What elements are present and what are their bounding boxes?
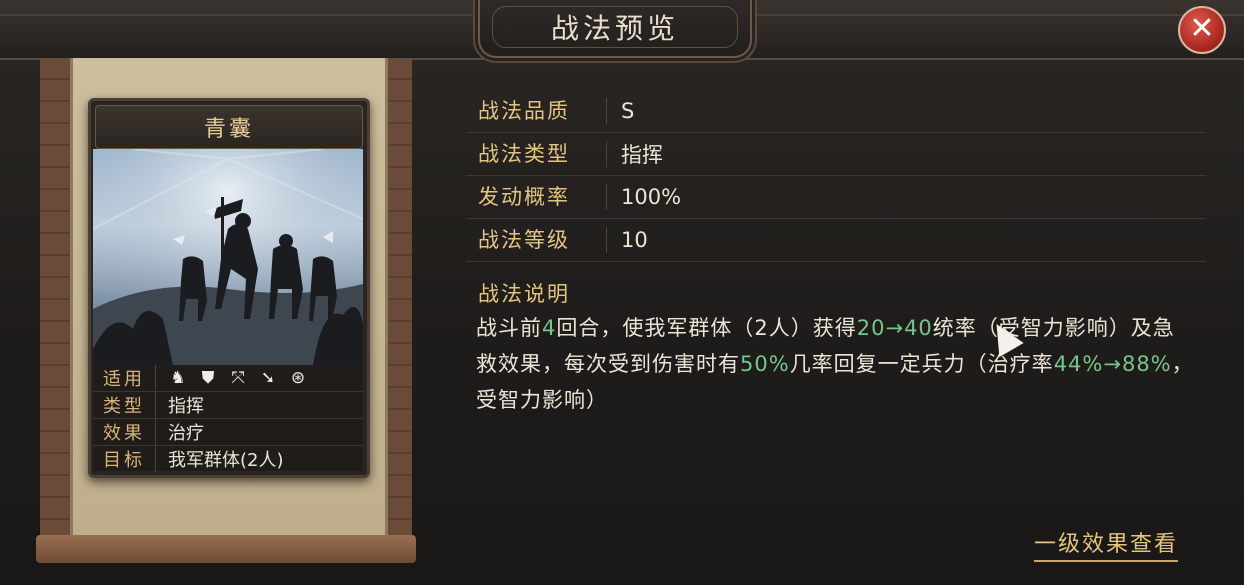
bow-icon: ⤧	[231, 368, 245, 388]
info-label: 发动概率	[466, 184, 607, 210]
window-title: 战法预览	[550, 12, 679, 45]
card-row-label: 目标	[103, 450, 145, 471]
cavalry-silhouette-art	[93, 149, 363, 365]
description-text: 战斗前4回合，使我军群体（2人）获得20→40统率（受智力影响）及急救效果，每次…	[476, 310, 1196, 418]
card-row-effect: 效果 治疗	[93, 419, 363, 446]
desc-segment: 几率回复一定兵力（治疗率	[789, 352, 1054, 376]
info-label: 战法类型	[466, 141, 607, 167]
info-label: 战法等级	[466, 227, 607, 253]
desc-highlight: 44%→88%	[1053, 352, 1172, 376]
card-row-applicable: 适用 ♞ ⛊ ⤧ ➘ ⊛	[93, 365, 363, 392]
skill-preview-window: 战法预览 ✕ 青囊 适用 ♞ ⛊ ⤧ ➘ ⊛ 类型 指挥 效果 治疗 目标 我军…	[0, 0, 1244, 585]
info-value: 指挥	[621, 143, 663, 167]
shield-icon: ⛊	[201, 368, 215, 388]
cavalry-icon: ♞	[170, 368, 186, 388]
info-row-trigger-rate: 发动概率 100%	[466, 176, 1206, 219]
desc-segment: 战斗前	[476, 316, 542, 340]
wheel-icon: ⊛	[290, 368, 306, 388]
info-value: 10	[621, 228, 648, 252]
card-row-value: 我军群体(2人)	[155, 446, 363, 472]
spear-icon: ➘	[260, 368, 276, 388]
close-icon: ✕	[1189, 11, 1215, 46]
card-header: 青囊	[95, 105, 363, 149]
close-button[interactable]: ✕	[1178, 6, 1226, 54]
description-title: 战法说明	[478, 282, 570, 306]
desc-highlight: 50%	[740, 352, 790, 376]
desc-highlight: 20→40	[856, 316, 933, 340]
troop-type-icons: ♞ ⛊ ⤧ ➘ ⊛	[168, 368, 308, 388]
card-row-type: 类型 指挥	[93, 392, 363, 419]
card-row-target: 目标 我军群体(2人)	[93, 446, 363, 472]
title-plate: 战法预览	[478, 0, 752, 58]
level-one-effect-link[interactable]: 一级效果查看	[1034, 526, 1179, 562]
card-row-label: 效果	[103, 423, 145, 444]
card-row-label: 类型	[103, 396, 145, 417]
info-row-quality: 战法品质 S	[466, 90, 1206, 133]
card-attributes: 适用 ♞ ⛊ ⤧ ➘ ⊛ 类型 指挥 效果 治疗 目标 我军群体(2人)	[93, 365, 363, 472]
card-row-value: 治疗	[155, 419, 363, 445]
info-value: S	[621, 99, 635, 123]
card-row-label: 适用	[103, 369, 145, 390]
card-row-value: ♞ ⛊ ⤧ ➘ ⊛	[155, 365, 363, 391]
skill-card: 青囊 适用 ♞ ⛊ ⤧ ➘ ⊛ 类型 指挥 效果 治疗 目标 我军群体(2人)	[88, 98, 370, 478]
skill-info-table: 战法品质 S 战法类型 指挥 发动概率 100% 战法等级 10	[466, 90, 1206, 262]
info-label: 战法品质	[466, 98, 607, 124]
info-row-level: 战法等级 10	[466, 219, 1206, 262]
card-row-value: 指挥	[155, 392, 363, 418]
info-value: 100%	[621, 185, 682, 209]
desc-highlight: 4	[542, 316, 557, 340]
card-artwork	[93, 149, 363, 365]
info-row-type: 战法类型 指挥	[466, 133, 1206, 176]
title-inner: 战法预览	[492, 6, 738, 48]
desc-segment: 回合，使我军群体（2人）获得	[556, 316, 857, 340]
scroll-base	[36, 535, 416, 563]
skill-name: 青囊	[203, 117, 254, 142]
